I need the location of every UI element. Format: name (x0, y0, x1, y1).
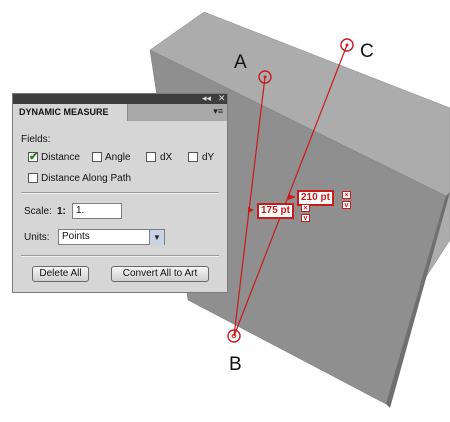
scale-prefix: 1: (57, 206, 66, 217)
panel-title-bar[interactable]: ◂◂ ✕ (13, 92, 227, 104)
panel-tab-row: DYNAMIC MEASURE ▾≡ (13, 104, 227, 121)
checkbox-dy-label: dY (202, 152, 215, 163)
checkbox-angle-label: Angle (105, 152, 131, 163)
chevron-down-icon[interactable]: v (342, 201, 351, 209)
convert-all-to-art-button[interactable]: Convert All to Art (111, 266, 209, 282)
double-chevron-icon[interactable]: ◂◂ (202, 92, 211, 104)
checkbox-distance[interactable]: ✔ (28, 151, 39, 163)
checkbox-dy[interactable] (188, 152, 198, 162)
units-select-value: Points (62, 231, 90, 242)
units-select[interactable]: Points ▼ (58, 229, 165, 245)
checkmark-icon: ✔ (29, 151, 39, 163)
scale-label: Scale: (24, 206, 52, 217)
checkbox-dx[interactable] (146, 152, 156, 162)
divider (21, 255, 219, 257)
measurement-label-ab[interactable]: 175 pt (257, 203, 294, 219)
checkbox-angle[interactable] (92, 152, 102, 162)
point-label-c: C (360, 41, 374, 62)
checkbox-distance-along-path[interactable] (28, 173, 38, 183)
close-icon[interactable]: × (342, 191, 351, 199)
delete-all-button[interactable]: Delete All (32, 266, 89, 282)
scale-input[interactable]: 1. (72, 203, 122, 219)
anchor-point-c-inner (345, 43, 349, 47)
checkbox-dx-label: dX (160, 152, 173, 163)
checkbox-distance-along-path-label: Distance Along Path (41, 173, 132, 184)
chevron-down-icon[interactable]: ▼ (149, 230, 164, 245)
chevron-down-icon[interactable]: v (301, 214, 310, 222)
checkbox-distance-label: Distance (41, 152, 80, 163)
divider (21, 192, 219, 194)
units-label: Units: (24, 232, 50, 243)
close-icon[interactable]: × (301, 204, 310, 212)
anchor-point-a-inner (263, 75, 267, 79)
dynamic-measure-panel: ◂◂ ✕ DYNAMIC MEASURE ▾≡ Fields: ✔ Distan… (12, 93, 228, 293)
panel-menu-icon[interactable]: ▾≡ (213, 106, 223, 117)
point-label-a: A (234, 52, 247, 73)
point-label-b: B (229, 354, 242, 375)
fields-label: Fields: (21, 134, 51, 145)
panel-tab-title[interactable]: DYNAMIC MEASURE (13, 104, 128, 121)
close-icon[interactable]: ✕ (218, 92, 226, 104)
